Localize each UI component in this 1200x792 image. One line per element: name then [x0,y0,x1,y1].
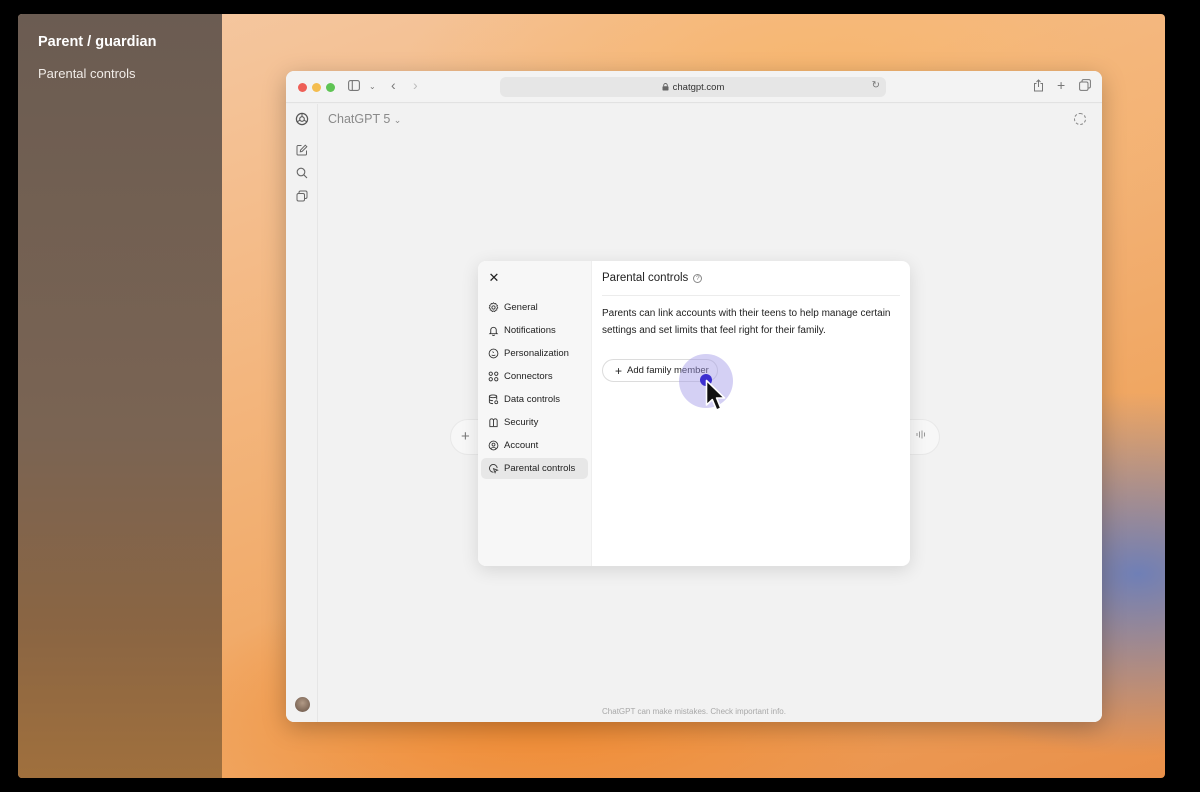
openai-logo-icon[interactable] [295,112,309,126]
settings-nav-account[interactable]: Account [481,435,588,456]
tab-overview-icon[interactable] [1079,79,1091,95]
zoom-window-button[interactable] [326,83,335,92]
plus-icon: + [615,363,623,378]
settings-nav-label: Account [504,440,539,451]
back-icon[interactable]: ‹ [391,77,396,93]
model-label: ChatGPT 5 [328,112,391,126]
settings-nav-security[interactable]: Security [481,412,588,433]
database-icon [488,394,499,405]
settings-nav-personalization[interactable]: Personalization [481,343,588,364]
temporary-chat-icon[interactable] [1074,113,1086,125]
bell-icon [488,325,499,336]
caption-title: Parent / guardian [38,34,157,50]
voice-mode-icon[interactable] [916,430,927,442]
chatgpt-app: ChatGPT 5 ⌄ + ChatGPT can make mistakes.… [286,104,1102,722]
library-icon[interactable] [295,190,309,204]
settings-nav: ✕ General Notifications Personalization … [478,261,592,566]
plus-icon[interactable]: + [461,428,470,445]
settings-nav-label: Personalization [504,348,569,359]
share-icon[interactable] [1033,79,1044,96]
account-icon [488,440,499,451]
minimize-window-button[interactable] [312,83,321,92]
settings-nav-data-controls[interactable]: Data controls [481,389,588,410]
sidebar-toggle-icon[interactable] [348,79,360,95]
security-icon [488,417,499,428]
close-window-button[interactable] [298,83,307,92]
caption-subtitle: Parental controls [38,66,136,81]
panel-title: Parental controls ? [602,272,703,284]
settings-nav-label: General [504,302,538,313]
disclaimer-text: ChatGPT can make mistakes. Check importa… [602,707,786,716]
panel-description: Parents can link accounts with their tee… [602,308,891,336]
new-tab-icon[interactable]: + [1057,77,1065,93]
reload-icon[interactable]: ↻ [872,80,880,91]
address-url: chatgpt.com [672,81,725,93]
settings-nav-label: Connectors [504,371,553,382]
address-bar[interactable]: chatgpt.com ↻ [500,77,886,97]
settings-nav-notifications[interactable]: Notifications [481,320,588,341]
model-switcher[interactable]: ChatGPT 5 ⌄ [328,112,401,126]
personalization-icon [488,348,499,359]
browser-titlebar: ⌄ ‹ › chatgpt.com ↻ + [286,71,1102,103]
settings-nav-label: Notifications [504,325,556,336]
divider [602,295,900,296]
mouse-cursor-icon [705,379,726,411]
settings-nav-connectors[interactable]: Connectors [481,366,588,387]
parental-controls-icon [488,463,499,474]
close-icon[interactable]: ✕ [487,270,501,286]
chevron-down-icon: ⌄ [393,115,402,125]
settings-nav-label: Parental controls [504,463,576,474]
new-chat-icon[interactable] [295,144,309,158]
search-icon[interactable] [295,167,309,181]
forward-icon[interactable]: › [413,77,418,93]
settings-nav-general[interactable]: General [481,297,588,318]
caption-panel: Parent / guardian Parental controls [18,14,222,778]
left-rail [286,104,318,722]
chevron-down-icon[interactable]: ⌄ [369,79,376,95]
settings-nav-parental-controls[interactable]: Parental controls [481,458,588,479]
gear-icon [488,302,499,313]
settings-dialog: ✕ General Notifications Personalization … [478,261,910,566]
settings-panel: Parental controls ? Parents can link acc… [592,261,910,566]
connectors-icon [488,371,499,382]
panel-title-text: Parental controls [602,272,689,284]
settings-nav-label: Data controls [504,394,560,405]
lock-icon [662,83,669,91]
info-icon[interactable]: ? [693,273,703,283]
settings-nav-label: Security [504,417,539,428]
